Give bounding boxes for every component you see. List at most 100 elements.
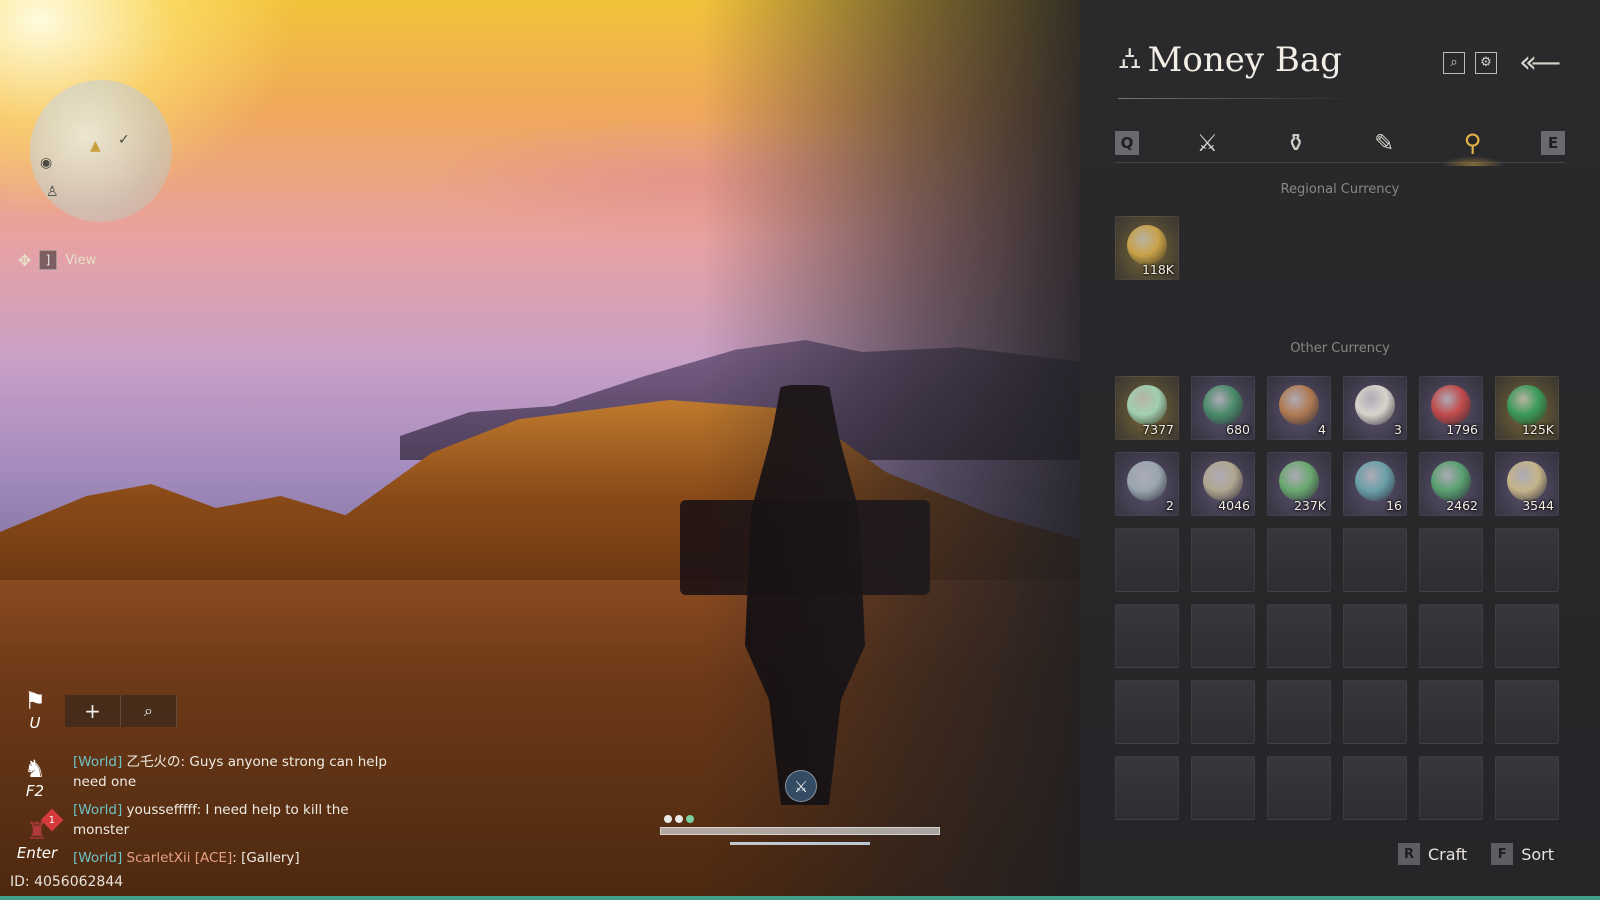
flag-button[interactable]: ⚑ U: [15, 688, 55, 732]
item-quantity: 2462: [1446, 498, 1478, 513]
item-quantity: 3544: [1522, 498, 1554, 513]
minimap[interactable]: ◉ ▲ ✓ ♙: [30, 80, 172, 222]
money-bag-icon: ⛼: [1118, 40, 1142, 76]
flag-key: U: [29, 714, 41, 732]
currency-slot[interactable]: 2: [1115, 452, 1179, 516]
currency-slot[interactable]: 237K: [1267, 452, 1331, 516]
currency-slot[interactable]: 125K: [1495, 376, 1559, 440]
empty-slot: [1495, 528, 1559, 592]
coin-stack-icon: [1127, 224, 1167, 265]
currency-slot[interactable]: 4: [1267, 376, 1331, 440]
search-button[interactable]: ⌕: [1443, 51, 1465, 74]
empty-slot: [1419, 604, 1483, 668]
empty-slot: [1343, 756, 1407, 820]
tab-currency[interactable]: ⚲: [1440, 126, 1505, 166]
add-channel-button[interactable]: +: [65, 695, 121, 727]
jade-ring-icon: [1127, 384, 1167, 425]
sort-button[interactable]: F Sort: [1491, 843, 1554, 865]
sort-key: F: [1491, 843, 1514, 865]
view-key: ]: [39, 250, 58, 270]
empty-slot: [1115, 680, 1179, 744]
chat-log[interactable]: [World] 乙乇火の: Guys anyone strong can hel…: [73, 752, 393, 876]
tab-prev-key[interactable]: Q: [1115, 130, 1139, 155]
spirit-wisp-icon: [1203, 384, 1243, 425]
empty-slot: [1343, 680, 1407, 744]
chat-message: [World] ScarletXii [ACE]: [Gallery]: [73, 850, 300, 866]
tab-materials[interactable]: ✎: [1364, 126, 1404, 160]
currency-slot[interactable]: 1796: [1419, 376, 1483, 440]
empty-slot: [1343, 604, 1407, 668]
settings-button[interactable]: ⚙: [1475, 51, 1497, 74]
empty-slot: [1419, 528, 1483, 592]
item-quantity: 118K: [1141, 262, 1174, 277]
empty-slot: [1191, 528, 1255, 592]
crossed-swords-icon: ⚔: [1196, 128, 1219, 157]
panel-title-text: Money Bag: [1147, 40, 1342, 80]
green-note-icon: [1431, 460, 1471, 501]
map-view-hint[interactable]: ✥ ] View: [18, 250, 96, 270]
craft-label: Craft: [1428, 844, 1468, 864]
currency-slot[interactable]: 4046: [1191, 452, 1255, 516]
emote-key: F2: [25, 782, 45, 800]
item-quantity: 237K: [1293, 498, 1326, 513]
empty-slot: [1495, 680, 1559, 744]
tab-weapons[interactable]: ⚔: [1187, 126, 1227, 160]
back-arrow-icon: ‹‹—: [1519, 45, 1561, 80]
gear-icon: ⚙: [1480, 55, 1492, 70]
empty-slot: [1191, 604, 1255, 668]
empty-slot: [1191, 756, 1255, 820]
stamina-dot: [664, 815, 672, 823]
category-tabs: Q ⚔ ⚱ ✎ ⚲ E: [1115, 125, 1565, 166]
endurance-bar: [730, 842, 870, 845]
empty-slot: [1267, 604, 1331, 668]
tab-next-key[interactable]: E: [1540, 130, 1565, 155]
currency-slot[interactable]: 3: [1343, 376, 1407, 440]
view-label: View: [65, 252, 97, 268]
empty-slot: [1343, 528, 1407, 592]
currency-icon: ⚲: [1463, 128, 1482, 157]
craft-key: R: [1398, 843, 1420, 865]
emote-button[interactable]: ♞ F2: [15, 756, 55, 800]
empty-slot: [1267, 680, 1331, 744]
jade-stone-icon: [1355, 460, 1395, 501]
empty-slot: [1115, 604, 1179, 668]
currency-slot[interactable]: 7377: [1115, 376, 1179, 440]
scene-shade: [700, 0, 1080, 900]
crosshair-icon: ✥: [18, 250, 32, 270]
bottom-accent-bar: [0, 896, 1600, 900]
back-button[interactable]: ‹‹—: [1519, 45, 1561, 80]
currency-slot[interactable]: 16: [1343, 452, 1407, 516]
currency-slot[interactable]: 2462: [1419, 452, 1483, 516]
craft-button[interactable]: R Craft: [1398, 843, 1467, 865]
currency-slot[interactable]: 3544: [1495, 452, 1559, 516]
bell-icon: ♙: [46, 184, 59, 200]
currency-slot[interactable]: 680: [1191, 376, 1255, 440]
empty-slot: [1191, 680, 1255, 744]
item-quantity: 7377: [1142, 422, 1174, 437]
green-ticket-icon: [1279, 460, 1319, 501]
empty-slot: [1267, 756, 1331, 820]
other-currency-label: Other Currency: [1290, 341, 1390, 356]
brush-icon: ✎: [1374, 128, 1395, 157]
square-hole-coin-icon: [1507, 460, 1547, 501]
player-arrow-icon: ▲: [90, 138, 101, 154]
emote-figure-icon: ♞: [24, 755, 46, 783]
item-quantity: 680: [1226, 422, 1250, 437]
panel-footer: R Craft F Sort: [1398, 843, 1554, 865]
empty-slot: [1115, 756, 1179, 820]
skill-icon: ⚔: [785, 770, 817, 802]
location-pin-icon: ◉: [40, 155, 53, 171]
currency-slot[interactable]: 118K: [1115, 216, 1179, 280]
player-id: ID: 4056062844: [10, 874, 124, 890]
item-quantity: 1796: [1446, 422, 1478, 437]
chat-toolbar: + ⌕: [65, 695, 177, 727]
chat-key: Enter: [16, 844, 58, 862]
item-quantity: 2: [1166, 498, 1174, 513]
sort-label: Sort: [1521, 844, 1554, 864]
search-icon: ⌕: [144, 701, 153, 720]
stamina-dots: [664, 815, 694, 823]
tab-consumables[interactable]: ⚱: [1276, 126, 1316, 160]
item-quantity: 3: [1394, 422, 1402, 437]
item-quantity: 4046: [1218, 498, 1250, 513]
chat-search-button[interactable]: ⌕: [121, 695, 177, 727]
